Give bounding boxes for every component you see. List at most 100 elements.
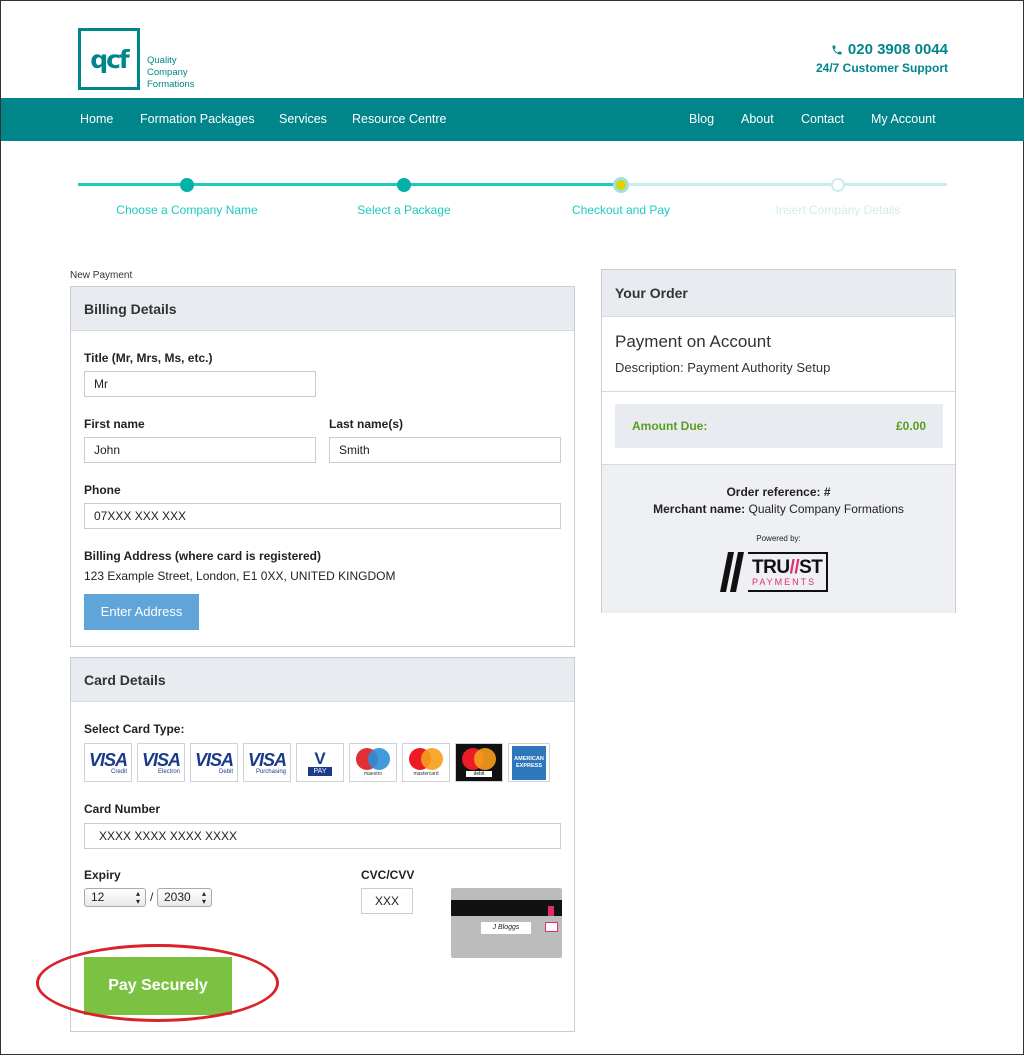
enter-address-button[interactable]: Enter Address [84, 594, 199, 630]
order-reference-label: Order reference: [726, 485, 821, 499]
logo-mark: qcf [90, 44, 130, 74]
nav-my-account[interactable]: My Account [871, 98, 936, 141]
order-item-title: Payment on Account [615, 332, 771, 351]
step-dot-4 [831, 178, 845, 192]
nav-about[interactable]: About [741, 98, 774, 141]
logo-text: Quality Company Formations [147, 55, 195, 91]
select-arrows-icon: ▴ ▾ [135, 889, 140, 906]
phone-icon [832, 45, 842, 54]
order-divider [602, 391, 955, 392]
step-label-2[interactable]: Select a Package [357, 203, 450, 217]
cvc-label: CVC/CVV [361, 868, 415, 882]
step-dot-3 [613, 177, 629, 193]
visa-logo-icon: VISA [247, 749, 287, 770]
amount-due-box: Amount Due: £0.00 [615, 404, 943, 448]
order-reference-value: # [823, 485, 831, 499]
card-signature-strip: J Bloggs [481, 922, 531, 934]
card-type-sub: PAY [307, 766, 333, 776]
visa-logo-icon: VISA [88, 749, 128, 770]
nav-resource-centre[interactable]: Resource Centre [352, 98, 447, 141]
merchant-name-value: Quality Company Formations [748, 502, 904, 516]
phone-input[interactable]: 07XXX XXX XXX [84, 503, 561, 529]
cvv-highlight-box [545, 922, 558, 932]
main-nav: Home Formation Packages Services Resourc… [1, 98, 1024, 141]
mastercard-option[interactable]: mastercard [402, 743, 450, 782]
powered-by-label: Powered by: [756, 534, 801, 543]
card-magnetic-stripe [451, 900, 562, 916]
cvv-location-illustration: J Bloggs [451, 888, 562, 958]
card-type-label: Select Card Type: [84, 722, 185, 736]
card-type-sub: Electron [157, 768, 180, 775]
qcf-logo[interactable]: qcf [78, 28, 140, 90]
last-name-label: Last name(s) [329, 417, 404, 431]
trust-slashes-icon [720, 552, 744, 592]
step-dot-1 [180, 178, 194, 192]
step-label-3: Checkout and Pay [571, 203, 671, 217]
expiry-month-value: 12 [91, 890, 105, 904]
mastercard-debit-logo-icon [462, 748, 496, 770]
logo-line: Company [147, 67, 188, 78]
logo-line: Formations [147, 79, 195, 90]
support-phone[interactable]: 020 3908 0044 [816, 41, 948, 58]
visa-electron-option[interactable]: VISA Electron [137, 743, 185, 782]
visa-credit-option[interactable]: VISA Credit [84, 743, 132, 782]
expiry-label: Expiry [84, 868, 121, 882]
checkout-progress: Choose a Company Name Select a Package C… [1, 161, 1024, 231]
card-type-sub: maestro [363, 771, 383, 777]
billing-address-value: 123 Example Street, London, E1 0XX, UNIT… [84, 569, 396, 583]
nav-home[interactable]: Home [80, 98, 113, 141]
site-header: qcf Quality Company Formations 020 3908 … [1, 1, 1024, 98]
mastercard-debit-option[interactable]: debit [455, 743, 503, 782]
phone-label: Phone [84, 483, 121, 497]
step-dot-2 [397, 178, 411, 192]
billing-address-label: Billing Address (where card is registere… [84, 549, 321, 563]
trust-word: TRU//ST [752, 556, 823, 578]
trust-wordmark: TRU//ST PAYMENTS [748, 552, 829, 592]
customer-support: 020 3908 0044 24/7 Customer Support [816, 41, 948, 75]
merchant-name-label: Merchant name: [653, 502, 746, 516]
order-description: Description: Payment Authority Setup [615, 360, 831, 375]
card-type-sub: Debit [218, 768, 233, 775]
your-order-panel: Your Order Payment on Account Descriptio… [601, 269, 956, 613]
first-name-label: First name [84, 417, 145, 431]
visa-logo-icon: VISA [141, 749, 181, 770]
vpay-logo-icon: V [314, 748, 326, 768]
american-express-option[interactable]: AMERICAN EXPRESS [508, 743, 550, 782]
visa-debit-option[interactable]: VISA Debit [190, 743, 238, 782]
amount-due-label: Amount Due: [632, 419, 708, 433]
merchant-name: Merchant name: Quality Company Formation… [602, 502, 955, 516]
mastercard-logo-icon [409, 748, 443, 770]
step-label-1[interactable]: Choose a Company Name [116, 203, 257, 217]
vpay-option[interactable]: V PAY [296, 743, 344, 782]
expiry-month-select[interactable]: 12 ▴ ▾ [84, 888, 146, 907]
maestro-option[interactable]: maestro [349, 743, 397, 782]
nav-contact[interactable]: Contact [801, 98, 844, 141]
expiry-year-value: 2030 [164, 890, 191, 904]
progress-track-complete [78, 183, 622, 186]
support-hours: 24/7 Customer Support [815, 61, 948, 75]
trust-slashes-mark: // [789, 556, 800, 578]
visa-purchasing-option[interactable]: VISA Purchasing [243, 743, 291, 782]
amex-logo-icon: AMERICAN EXPRESS [512, 745, 546, 780]
title-input[interactable]: Mr [84, 371, 316, 397]
card-details-heading: Card Details [71, 658, 574, 702]
nav-blog[interactable]: Blog [689, 98, 714, 141]
your-order-heading: Your Order [602, 270, 955, 317]
last-name-input[interactable]: Smith [329, 437, 561, 463]
visa-logo-icon: VISA [194, 749, 234, 770]
card-type-sub: debit [465, 771, 493, 777]
card-number-input[interactable]: XXXX XXXX XXXX XXXX [84, 823, 561, 849]
cvc-input[interactable]: XXX [361, 888, 413, 914]
logo-line: Quality [147, 55, 177, 66]
nav-services[interactable]: Services [279, 98, 327, 141]
payments-word: PAYMENTS [752, 576, 817, 587]
nav-formation-packages[interactable]: Formation Packages [140, 98, 255, 141]
cvv-pointer-icon [548, 906, 554, 916]
expiry-year-select[interactable]: 2030 ▴ ▾ [157, 888, 212, 907]
new-payment-caption: New Payment [70, 270, 133, 281]
expiry-separator: / [150, 890, 154, 904]
highlight-circle [36, 944, 279, 1022]
trust-word-left: TRU [752, 556, 790, 578]
title-label: Title (Mr, Mrs, Ms, etc.) [84, 351, 213, 365]
first-name-input[interactable]: John [84, 437, 316, 463]
